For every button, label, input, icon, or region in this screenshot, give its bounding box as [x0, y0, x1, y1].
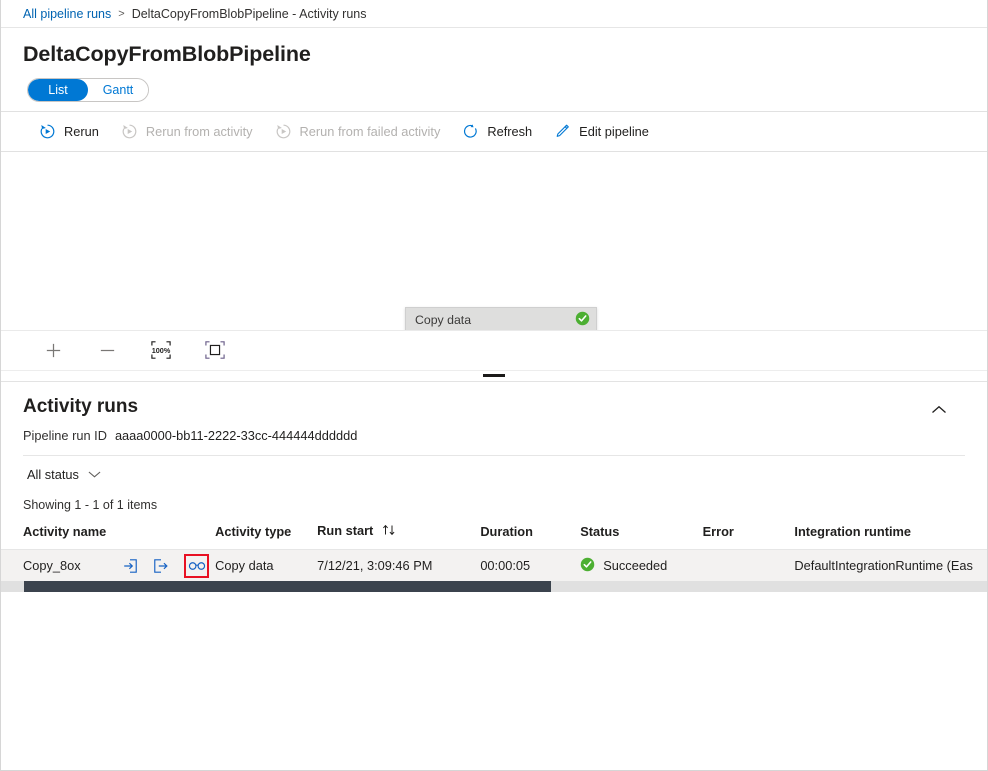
column-header-activity-type[interactable]: Activity type: [215, 523, 317, 550]
title-bar: DeltaCopyFromBlobPipeline: [1, 28, 987, 68]
edit-pipeline-button[interactable]: Edit pipeline: [544, 116, 659, 148]
details-glasses-icon[interactable]: [184, 554, 209, 578]
breadcrumb: All pipeline runs > DeltaCopyFromBlobPip…: [1, 0, 987, 28]
status-filter-dropdown[interactable]: All status: [23, 465, 105, 484]
view-toggle-row: List Gantt: [1, 68, 987, 112]
rerun-icon: [39, 123, 56, 140]
column-header-run-start-label: Run start: [317, 523, 373, 538]
chevron-down-icon: [88, 467, 101, 482]
activity-node-type-label: Copy data: [415, 313, 471, 327]
collapse-panel-button[interactable]: [927, 398, 951, 422]
activity-runs-page: All pipeline runs > DeltaCopyFromBlobPip…: [0, 0, 988, 771]
breadcrumb-current: DeltaCopyFromBlobPipeline - Activity run…: [132, 7, 367, 21]
canvas-tools: 100%: [1, 330, 987, 370]
panel-splitter[interactable]: [1, 370, 987, 381]
column-header-error[interactable]: Error: [703, 523, 795, 550]
tab-list[interactable]: List: [28, 79, 88, 101]
activity-node-copy-data[interactable]: Copy data: [405, 307, 597, 330]
bottom-blank-area: [1, 592, 987, 770]
pipeline-run-id-label: Pipeline run ID: [23, 428, 107, 443]
status-badge-icon: [580, 557, 595, 575]
zoom-out-button[interactable]: [93, 336, 121, 364]
zoom-in-button[interactable]: [39, 336, 67, 364]
svg-text:100%: 100%: [152, 346, 171, 355]
cell-integration-runtime: DefaultIntegrationRuntime (Eas: [794, 549, 987, 581]
horizontal-scrollbar-thumb[interactable]: [24, 581, 551, 592]
cell-status: Succeeded: [580, 549, 702, 581]
activity-runs-header: Activity runs: [1, 382, 987, 418]
status-filter-label: All status: [27, 467, 79, 482]
pipeline-run-id-value: aaaa0000-bb11-2222-33cc-444444dddddd: [115, 428, 357, 443]
tab-gantt[interactable]: Gantt: [88, 79, 148, 101]
zoom-to-fit-button[interactable]: [201, 336, 229, 364]
splitter-handle[interactable]: [483, 374, 505, 377]
input-icon[interactable]: [118, 555, 143, 577]
pencil-icon: [554, 123, 571, 140]
cell-activity-name: Copy_8ox: [1, 549, 215, 581]
activity-name-value: Copy_8ox: [23, 558, 118, 573]
cell-activity-type: Copy data: [215, 549, 317, 581]
rerun-from-activity-button: Rerun from activity: [111, 116, 263, 148]
refresh-button[interactable]: Refresh: [452, 116, 542, 148]
refresh-label: Refresh: [487, 124, 532, 139]
column-header-activity-name[interactable]: Activity name: [1, 523, 215, 550]
status-badge: Succeeded: [603, 558, 667, 573]
column-header-duration[interactable]: Duration: [480, 523, 580, 550]
green-check-icon: [575, 311, 590, 329]
column-header-status[interactable]: Status: [580, 523, 702, 550]
rerun-from-activity-icon: [121, 123, 138, 140]
activity-runs-table: Activity name Activity type Run start: [1, 523, 987, 582]
column-header-run-start[interactable]: Run start: [317, 523, 480, 550]
rerun-label: Rerun: [64, 124, 99, 139]
cell-duration: 00:00:05: [480, 549, 580, 581]
pipeline-run-id-row: Pipeline run ID aaaa0000-bb11-2222-33cc-…: [1, 418, 987, 443]
cell-run-start: 7/12/21, 3:09:46 PM: [317, 549, 480, 581]
sort-updown-icon[interactable]: [382, 524, 396, 539]
edit-pipeline-label: Edit pipeline: [579, 124, 649, 139]
table-header-row: Activity name Activity type Run start: [1, 523, 987, 550]
zoom-to-100-button[interactable]: 100%: [147, 336, 175, 364]
page-title: DeltaCopyFromBlobPipeline: [23, 40, 987, 68]
view-toggle[interactable]: List Gantt: [27, 78, 149, 102]
output-icon[interactable]: [149, 555, 174, 577]
rerun-from-failed-activity-icon: [275, 123, 292, 140]
status-filter-row: All status: [23, 455, 965, 492]
rerun-button[interactable]: Rerun: [29, 116, 109, 148]
refresh-icon: [462, 123, 479, 140]
activity-runs-table-wrap: Activity name Activity type Run start: [1, 523, 987, 582]
rerun-from-activity-label: Rerun from activity: [146, 124, 253, 139]
table-row[interactable]: Copy_8ox: [1, 549, 987, 581]
column-header-integration-runtime[interactable]: Integration runtime: [794, 523, 987, 550]
activity-runs-title: Activity runs: [23, 396, 138, 417]
rerun-from-failed-activity-label: Rerun from failed activity: [300, 124, 441, 139]
command-bar: Rerun Rerun from activity Rerun from: [1, 112, 987, 152]
pipeline-canvas[interactable]: Copy data: [1, 152, 987, 330]
rerun-from-failed-activity-button: Rerun from failed activity: [265, 116, 451, 148]
breadcrumb-all-pipeline-runs[interactable]: All pipeline runs: [23, 7, 111, 21]
activity-node-header: Copy data: [406, 308, 596, 330]
breadcrumb-separator-icon: >: [118, 8, 124, 20]
activity-runs-panel: Activity runs Pipeline run ID aaaa0000-b…: [1, 381, 987, 593]
showing-count: Showing 1 - 1 of 1 items: [1, 492, 987, 512]
cell-error: [703, 549, 795, 581]
horizontal-scrollbar[interactable]: [1, 581, 987, 592]
